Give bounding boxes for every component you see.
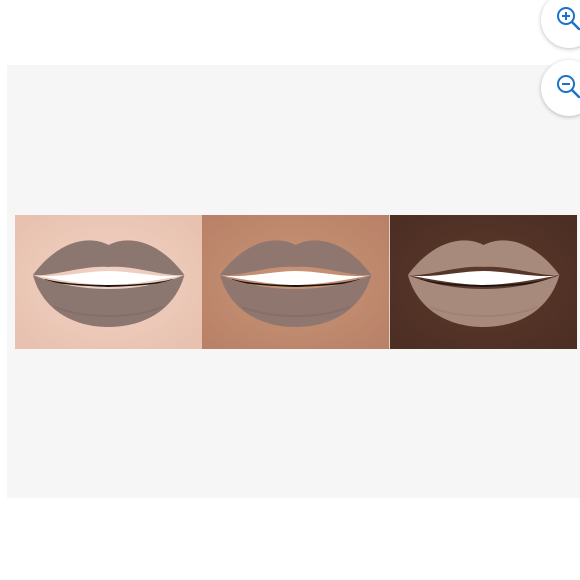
lip-swatch-strip <box>15 215 577 349</box>
product-image-viewer[interactable] <box>7 65 580 498</box>
lip-swatch-medium-skin <box>202 215 390 349</box>
lip-swatch-light-skin <box>15 215 203 349</box>
zoom-out-icon <box>555 73 580 104</box>
zoom-in-icon <box>555 5 580 36</box>
lip-illustration <box>389 215 577 349</box>
lip-illustration <box>202 215 390 349</box>
lip-illustration <box>15 215 203 349</box>
product-image-page <box>0 0 580 580</box>
lip-swatch-deep-skin <box>389 215 577 349</box>
zoom-in-button[interactable] <box>541 0 580 48</box>
